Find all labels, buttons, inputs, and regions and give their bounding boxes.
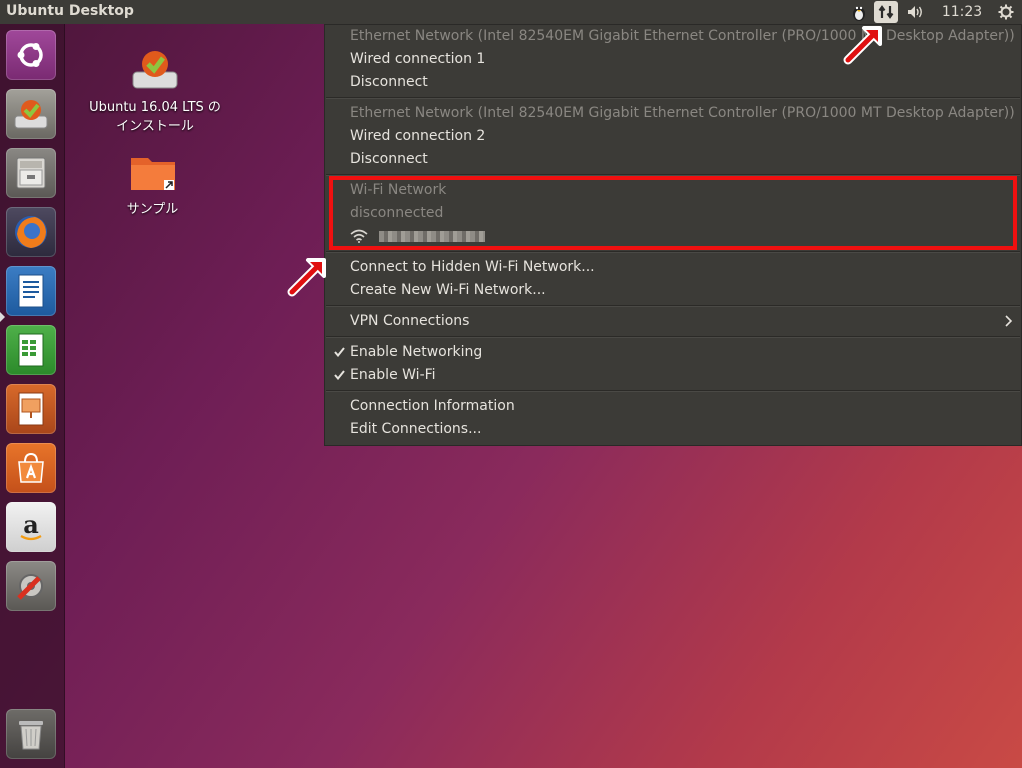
disconnect-2[interactable]: Disconnect — [350, 148, 428, 170]
wired-connection-2[interactable]: Wired connection 2 — [350, 125, 485, 147]
ubuntu-installer-icon — [14, 100, 48, 129]
launcher-installer[interactable] — [6, 89, 56, 139]
amazon-icon: a — [20, 510, 42, 541]
connection-information[interactable]: Connection Information — [350, 395, 515, 417]
enable-networking-item[interactable]: Enable Networking — [325, 341, 1021, 363]
annotation-arrow-icon — [287, 258, 326, 297]
launcher-calc[interactable] — [6, 325, 56, 375]
gear-icon[interactable] — [994, 0, 1018, 24]
enable-wifi-item[interactable]: Enable Wi-Fi — [325, 364, 1021, 386]
desktop-installer[interactable]: Ubuntu 16.04 LTS の インストール — [80, 44, 230, 134]
annotation-arrow-icon — [843, 26, 882, 65]
tux-icon[interactable] — [848, 0, 870, 24]
clock[interactable]: 11:23 — [942, 0, 982, 24]
separator — [326, 97, 1020, 99]
eth2-header: Ethernet Network (Intel 82540EM Gigabit … — [350, 105, 1015, 121]
libreoffice-writer-icon — [18, 274, 44, 308]
libreoffice-calc-icon — [18, 333, 44, 367]
ubuntu-installer-icon — [132, 51, 178, 89]
launcher-impress[interactable] — [6, 384, 56, 434]
launcher-files[interactable] — [6, 148, 56, 198]
libreoffice-impress-icon — [18, 392, 44, 426]
system-settings-icon — [17, 574, 43, 600]
files-icon — [16, 157, 46, 189]
disconnect-1[interactable]: Disconnect — [350, 71, 428, 93]
desktop-folder[interactable]: サンプル — [105, 150, 200, 217]
system-tray: 11:23 — [842, 0, 1022, 24]
vpn-connections-item[interactable]: VPN Connections — [325, 310, 1021, 332]
desktop-folder-label: サンプル — [126, 202, 179, 217]
launcher: a — [0, 24, 65, 768]
trash-icon — [19, 721, 43, 750]
checkmark-icon — [334, 370, 345, 380]
top-panel: Ubuntu Desktop 11:23 — [0, 0, 1022, 24]
enable-networking-label: Enable Networking — [350, 344, 483, 360]
ubuntu-dash-icon — [17, 43, 43, 67]
chevron-right-icon — [1005, 315, 1013, 327]
firefox-icon — [15, 216, 47, 248]
desktop-installer-label-line2: インストール — [116, 119, 194, 134]
enable-wifi-label: Enable Wi-Fi — [350, 367, 436, 383]
network-updown-icon — [878, 5, 894, 19]
window-title: Ubuntu Desktop — [6, 3, 134, 19]
vpn-connections-label: VPN Connections — [350, 313, 470, 329]
network-indicator-button[interactable] — [874, 1, 898, 23]
launcher-software[interactable] — [6, 443, 56, 493]
launcher-writer[interactable] — [6, 266, 56, 316]
connect-hidden-wifi[interactable]: Connect to Hidden Wi-Fi Network... — [350, 256, 595, 278]
launcher-trash[interactable] — [6, 709, 56, 759]
launcher-amazon[interactable]: a — [6, 502, 56, 552]
eth1-header: Ethernet Network (Intel 82540EM Gigabit … — [350, 28, 1015, 44]
edit-connections[interactable]: Edit Connections... — [350, 418, 481, 440]
separator — [326, 336, 1020, 338]
separator — [326, 390, 1020, 392]
launcher-dash[interactable] — [6, 30, 56, 80]
separator — [326, 305, 1020, 307]
desktop-installer-label-line1: Ubuntu 16.04 LTS の — [89, 100, 221, 115]
volume-icon[interactable] — [904, 0, 928, 24]
launcher-settings[interactable] — [6, 561, 56, 611]
create-new-wifi[interactable]: Create New Wi-Fi Network... — [350, 279, 546, 301]
folder-icon — [130, 158, 175, 190]
active-app-indicator — [0, 312, 5, 322]
checkmark-icon — [334, 347, 345, 357]
svg-text:a: a — [23, 510, 39, 539]
wired-connection-1[interactable]: Wired connection 1 — [350, 48, 485, 70]
software-center-icon — [18, 452, 44, 483]
launcher-firefox[interactable] — [6, 207, 56, 257]
wifi-highlight-box — [329, 176, 1017, 250]
separator — [326, 251, 1020, 253]
